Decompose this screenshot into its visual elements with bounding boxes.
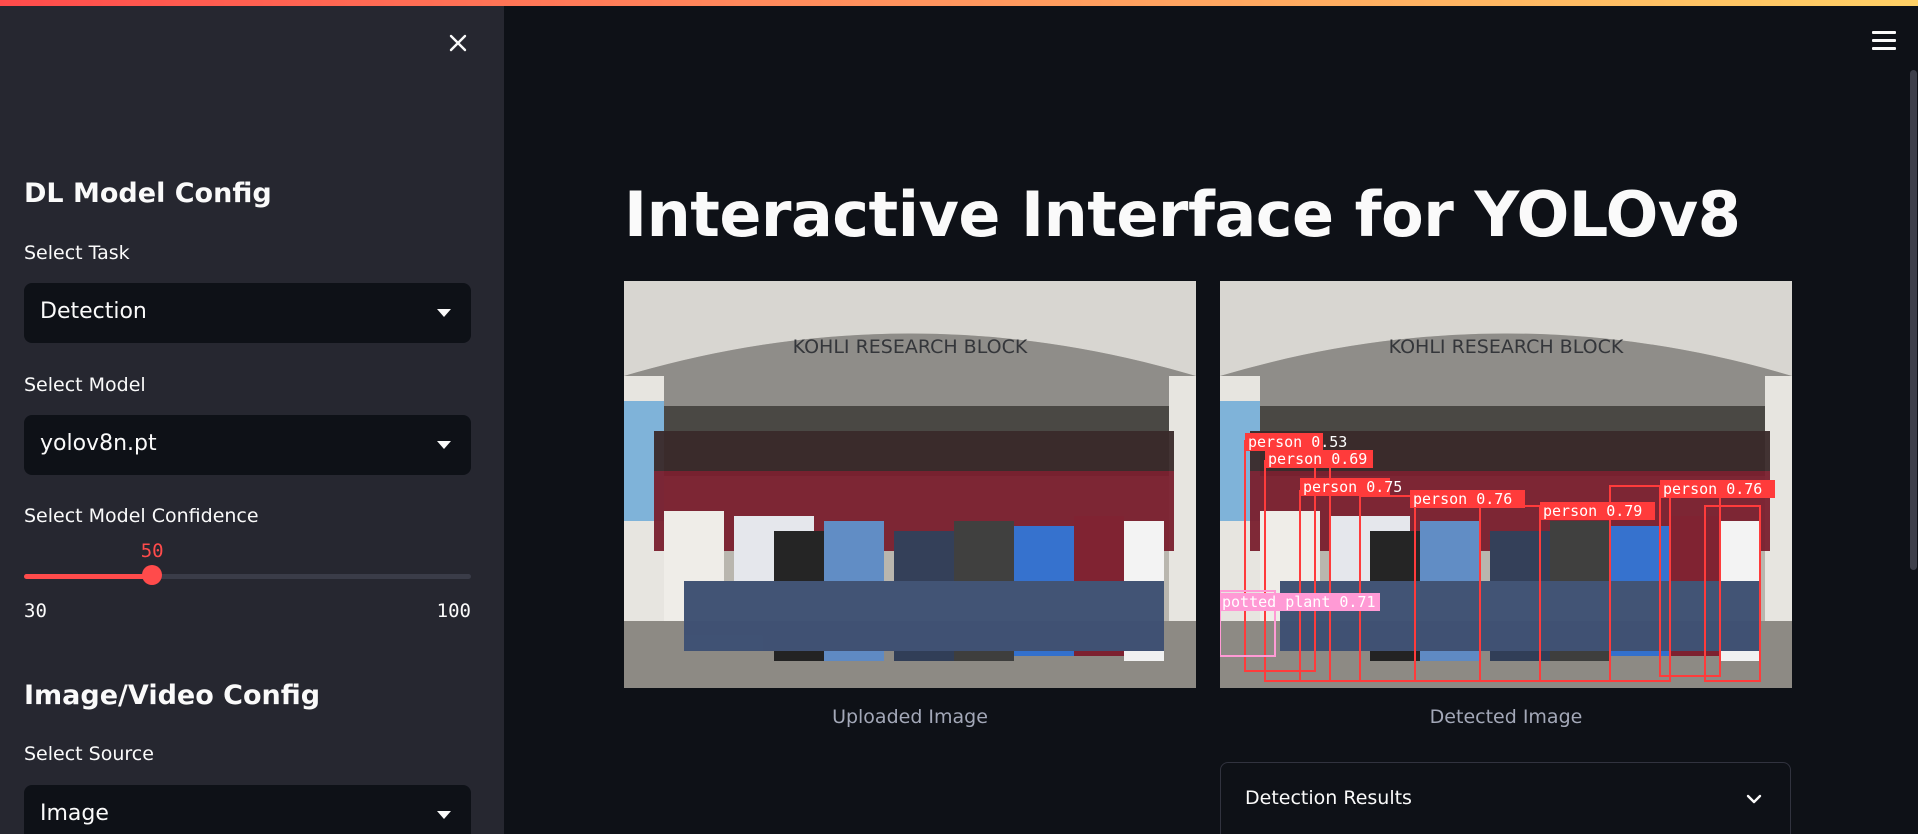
confidence-slider-min: 30 [24,600,47,622]
hamburger-menu-icon [1872,31,1896,34]
building-sign-text: KOHLI RESEARCH BLOCK [1389,336,1624,358]
uploaded-image: KOHLI RESEARCH BLOCK [624,281,1196,688]
hamburger-line [1872,39,1896,42]
model-select-value: yolov8n.pt [40,431,157,456]
confidence-slider-value: 50 [140,540,164,562]
close-icon [449,34,467,52]
building-sign-text: KOHLI RESEARCH BLOCK [793,336,1028,358]
select-task-label: Select Task [24,242,130,264]
task-select-value: Detection [40,299,147,324]
dl-model-config-heading: DL Model Config [24,178,272,209]
image-video-config-heading: Image/Video Config [24,680,321,711]
sidebar: DL Model Config Select Task Detection Se… [0,0,504,834]
detection-label: person 0.76 [1413,490,1512,508]
task-select[interactable]: Detection [24,283,471,343]
caret-down-icon [437,441,451,449]
detected-photo-art: KOHLI RESEARCH BLOCK person 0.53 person … [1220,281,1792,688]
detection-label: person 0.75 [1303,478,1402,496]
confidence-slider-fill [24,574,152,579]
close-sidebar-button[interactable] [443,28,473,58]
hamburger-line [1872,47,1896,50]
confidence-slider-max: 100 [436,600,471,622]
uploaded-photo-art: KOHLI RESEARCH BLOCK [624,281,1196,688]
page-scrollbar[interactable] [1910,70,1917,570]
detection-label: potted plant 0.71 [1222,593,1376,611]
detection-label: person 0.76 [1663,480,1762,498]
detection-results-expander[interactable]: Detection Results [1220,762,1791,834]
detected-image-caption: Detected Image [1429,706,1583,728]
page-title: Interactive Interface for YOLOv8 [624,178,1741,251]
source-select[interactable]: Image [24,785,471,834]
top-accent-bar [0,0,1918,6]
source-select-value: Image [40,801,109,826]
detection-label: person 0.79 [1543,502,1642,520]
main-menu-button[interactable] [1872,31,1896,51]
select-confidence-label: Select Model Confidence [24,505,259,527]
select-source-label: Select Source [24,743,154,765]
caret-down-icon [437,811,451,819]
confidence-slider-thumb[interactable] [141,565,162,585]
confidence-slider-track[interactable] [24,574,471,579]
detection-label: person 0.53 [1248,433,1347,451]
detected-image: KOHLI RESEARCH BLOCK person 0.53 person … [1220,281,1792,688]
detection-results-label: Detection Results [1245,787,1412,809]
model-select[interactable]: yolov8n.pt [24,415,471,475]
uploaded-image-caption: Uploaded Image [832,706,988,728]
select-model-label: Select Model [24,374,146,396]
caret-down-icon [437,309,451,317]
detection-label: person 0.69 [1268,450,1367,468]
chevron-down-icon [1746,794,1762,804]
